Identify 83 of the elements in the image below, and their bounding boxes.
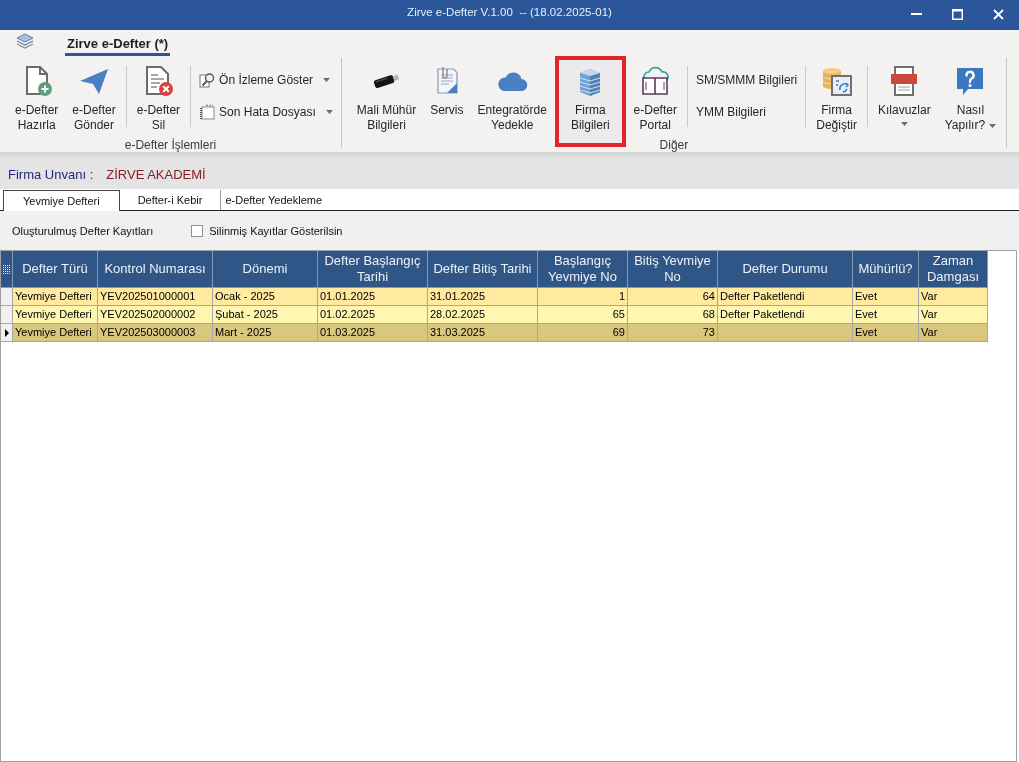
table-cell: 1	[538, 288, 628, 305]
table-cell: 73	[628, 324, 718, 341]
ribbon-button[interactable]: e-Defter Sil	[130, 56, 187, 138]
group-label: Diğer	[659, 138, 689, 152]
caret-icon	[323, 78, 331, 82]
checkbox[interactable]	[191, 224, 204, 237]
ribbon-button[interactable]: e-Defter Hazırla	[9, 56, 65, 138]
caret-icon	[989, 123, 997, 128]
column-header[interactable]: Mühürlü?	[853, 251, 919, 288]
field-label: Firma Unvanı :	[8, 167, 94, 182]
table-cell: Var	[919, 324, 988, 341]
table-cell: 31.03.2025	[428, 324, 538, 341]
app-menu-icon[interactable]	[16, 33, 34, 49]
close-icon	[993, 8, 1004, 20]
table-cell: Şubat - 2025	[213, 306, 318, 323]
table-cell: Mart - 2025	[213, 324, 318, 341]
group-label: e-Defter İşlemleri	[124, 138, 217, 152]
table-cell: Evet	[853, 306, 919, 323]
ribbon-menu-button[interactable]: SM/SMMM Bilgileri	[691, 71, 802, 89]
caret-icon	[900, 122, 908, 126]
table-cell: Evet	[853, 324, 919, 341]
ribbon-button[interactable]: Entegratörde Yedekle	[471, 56, 553, 138]
table-cell: 65	[538, 306, 628, 323]
table-cell: YEV202501000001	[98, 288, 213, 305]
row-indicator[interactable]	[1, 324, 13, 341]
table-cell: YEV202502000002	[98, 306, 213, 323]
ribbon-tab[interactable]: Zirve e-Defter (*)	[65, 30, 171, 56]
company-name: ZİRVE AKADEMİ	[106, 167, 206, 182]
caret-icon	[325, 110, 333, 114]
ribbon-button[interactable]: Firma Değiştir	[810, 56, 863, 138]
table-cell: 28.02.2025	[428, 306, 538, 323]
column-chooser-button[interactable]	[1, 251, 13, 288]
section-label: Oluşturulmuş Defter Kayıtları	[12, 224, 154, 237]
table-cell: 01.02.2025	[318, 306, 428, 323]
column-header[interactable]: Zaman Damgası	[919, 251, 988, 288]
magnifier-icon	[199, 72, 216, 88]
table-cell: Yevmiye Defteri	[13, 288, 98, 305]
checkbox-label: Silinmiş Kayıtlar Gösterilsin	[209, 224, 343, 237]
table-cell: Defter Paketlendi	[718, 306, 853, 323]
minimize-icon	[911, 13, 922, 15]
table-cell: YEV202503000003	[98, 324, 213, 341]
table-cell: 31.01.2025	[428, 288, 538, 305]
table-cell: 01.03.2025	[318, 324, 428, 341]
row-pointer-icon	[4, 328, 9, 337]
database-window-icon	[820, 65, 853, 97]
ribbon-button[interactable]: Firma Bilgileri	[554, 56, 626, 147]
column-header[interactable]: Defter Başlangıç Tarihi	[318, 251, 428, 288]
column-header[interactable]: Dönemi	[213, 251, 318, 288]
ribbon-menu-button[interactable]: YMM Bilgileri	[691, 103, 802, 121]
table-cell: 69	[538, 324, 628, 341]
column-header[interactable]: Bitiş Yevmiye No	[628, 251, 718, 288]
column-header[interactable]: Başlangıç Yevmiye No	[538, 251, 628, 288]
column-header[interactable]: Defter Bitiş Tarihi	[428, 251, 538, 288]
table-cell: Yevmiye Defteri	[13, 324, 98, 341]
column-header[interactable]: Kontrol Numarası	[98, 251, 213, 288]
book-cloud-icon	[639, 65, 672, 97]
maximize-icon	[952, 8, 963, 20]
table-cell: 64	[628, 288, 718, 305]
tab[interactable]: Yevmiye Defteri	[3, 190, 120, 211]
ribbon-button[interactable]: e-Defter Portal	[627, 56, 683, 138]
ribbon-button[interactable]: Nasıl Yapılır?	[938, 56, 1003, 138]
table-cell: Yevmiye Defteri	[13, 306, 98, 323]
window-title: Zirve e-Defter V.1.00 -- (18.02.2025-01)	[407, 5, 612, 19]
ribbon-menu-button[interactable]: Ön İzleme Göster	[195, 71, 337, 89]
ribbon-button[interactable]: e-Defter Gönder	[66, 56, 122, 138]
table-cell: Defter Paketlendi	[718, 288, 853, 305]
table-row[interactable]: Yevmiye Defteri YEV202503000003 Mart - 2025 01.03.2025 31.03.2025 69 73 Evet Var	[1, 324, 988, 342]
table-cell: 01.01.2025	[318, 288, 428, 305]
table-row[interactable]: Yevmiye Defteri YEV202502000002 Şubat - 2025 01.02.2025 28.02.2025 65 68 Defter Paketlendi Evet Var	[1, 306, 988, 324]
table-cell: Ocak - 2025	[213, 288, 318, 305]
notebook-icon	[199, 104, 216, 120]
ribbon-menu-button[interactable]: Son Hata Dosyası	[195, 103, 337, 121]
table-cell: Var	[919, 306, 988, 323]
ribbon-button[interactable]: Kılavuzlar	[871, 56, 937, 138]
table-row[interactable]: Yevmiye Defteri YEV202501000001 Ocak - 2025 01.01.2025 31.01.2025 1 64 Defter Paketlendi Evet Var	[1, 288, 988, 306]
ribbon-button[interactable]: Mali Mühür Bilgileri	[350, 56, 423, 138]
table-cell: Evet	[853, 288, 919, 305]
column-header[interactable]: Defter Durumu	[718, 251, 853, 288]
list-icon	[3, 264, 10, 274]
table-cell: Var	[919, 288, 988, 305]
table-cell: 68	[628, 306, 718, 323]
column-header[interactable]: Defter Türü	[13, 251, 98, 288]
ribbon-button[interactable]: Servis	[424, 56, 470, 138]
